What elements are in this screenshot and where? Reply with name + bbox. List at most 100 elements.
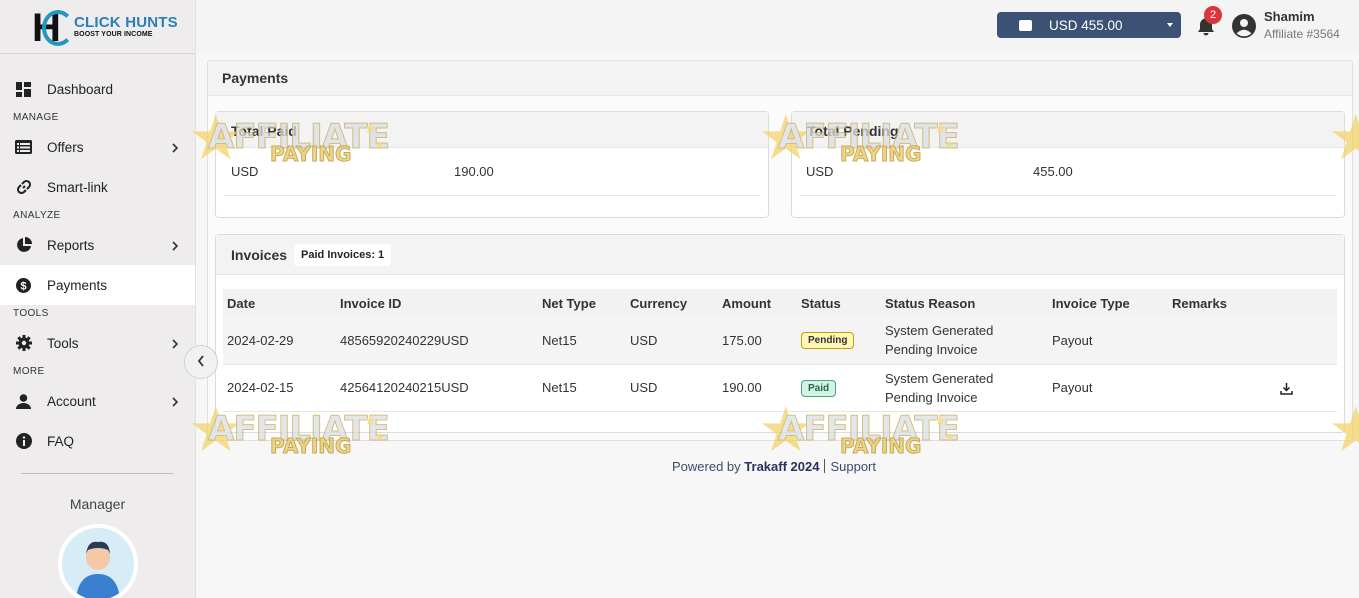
column-header-status[interactable]: Status bbox=[797, 289, 881, 317]
sidebar-item-payments[interactable]: $ Payments bbox=[0, 265, 195, 305]
section-label-tools: TOOLS bbox=[13, 308, 49, 319]
brand-logo[interactable]: H CLICK HUNTS BOOST YOUR INCOME bbox=[0, 0, 195, 54]
wallet-balance: USD 455.00 bbox=[1049, 17, 1123, 33]
total-paid-amount: 190.00 bbox=[454, 164, 494, 179]
user-name[interactable]: Shamim bbox=[1264, 9, 1315, 24]
sidebar-item-label: Smart-link bbox=[47, 179, 108, 195]
cell-currency: USD bbox=[626, 317, 718, 365]
pie-chart-icon bbox=[15, 237, 32, 254]
total-paid-card: Total Paid USD 190.00 bbox=[215, 111, 769, 218]
total-paid-title: Total Paid bbox=[216, 112, 768, 148]
cell-status-reason: System Generated Pending Invoice bbox=[881, 364, 1048, 412]
sidebar-item-offers[interactable]: Offers bbox=[0, 127, 195, 167]
cell-remarks bbox=[1168, 317, 1337, 365]
chevron-right-icon bbox=[172, 337, 179, 352]
table-header-row: Date Invoice ID Net Type Currency Amount… bbox=[223, 289, 1337, 317]
cell-date: 2024-02-29 bbox=[223, 317, 336, 365]
sidebar-item-dashboard[interactable]: Dashboard bbox=[0, 69, 195, 109]
total-pending-amount: 455.00 bbox=[1033, 164, 1073, 179]
column-header-status-reason[interactable]: Status Reason bbox=[881, 289, 1048, 317]
table-row[interactable]: 2024-02-29 48565920240229USD Net15 USD 1… bbox=[223, 317, 1337, 365]
cell-amount: 190.00 bbox=[718, 364, 797, 412]
cell-net-type: Net15 bbox=[538, 317, 626, 365]
cell-status-reason: System Generated Pending Invoice bbox=[881, 317, 1048, 365]
affiliate-id: Affiliate #3564 bbox=[1264, 27, 1340, 41]
sidebar-item-smart-link[interactable]: Smart-link bbox=[0, 167, 195, 207]
notification-badge: 2 bbox=[1204, 6, 1222, 24]
section-label-manage: MANAGE bbox=[13, 112, 59, 123]
sidebar-item-label: Reports bbox=[47, 237, 95, 253]
cell-invoice-type: Payout bbox=[1048, 317, 1168, 365]
brand-name: CLICK HUNTS bbox=[74, 13, 178, 31]
total-pending-row: USD 455.00 bbox=[800, 148, 1336, 196]
sidebar: H CLICK HUNTS BOOST YOUR INCOME Dashboar… bbox=[0, 0, 196, 598]
sidebar-item-label: Account bbox=[47, 393, 96, 409]
sidebar-item-label: Tools bbox=[47, 335, 79, 351]
cell-amount: 175.00 bbox=[718, 317, 797, 365]
cell-net-type: Net15 bbox=[538, 364, 626, 412]
cell-invoice-type: Payout bbox=[1048, 364, 1168, 412]
link-icon bbox=[15, 179, 32, 196]
sidebar-item-account[interactable]: Account bbox=[0, 381, 195, 421]
column-header-date[interactable]: Date bbox=[223, 289, 336, 317]
section-label-analyze: ANALYZE bbox=[13, 210, 61, 221]
column-header-net-type[interactable]: Net Type bbox=[538, 289, 626, 317]
chevron-right-icon bbox=[172, 141, 179, 156]
chevron-right-icon bbox=[172, 395, 179, 410]
dollar-icon: $ bbox=[15, 277, 32, 294]
sidebar-item-reports[interactable]: Reports bbox=[0, 225, 195, 265]
cell-remarks bbox=[1168, 364, 1337, 412]
column-header-amount[interactable]: Amount bbox=[718, 289, 797, 317]
paid-invoices-badge: Paid Invoices: 1 bbox=[294, 243, 392, 266]
column-header-invoice-id[interactable]: Invoice ID bbox=[336, 289, 538, 317]
sidebar-item-label: Payments bbox=[47, 277, 108, 293]
cell-currency: USD bbox=[626, 364, 718, 412]
dashboard-icon bbox=[15, 81, 32, 98]
wallet-icon bbox=[1019, 19, 1032, 31]
invoices-title: Invoices bbox=[231, 246, 288, 263]
logo-mark: H bbox=[32, 7, 74, 48]
cell-invoice-id: 48565920240229USD bbox=[336, 317, 538, 365]
cell-date: 2024-02-15 bbox=[223, 364, 336, 412]
divider bbox=[21, 473, 173, 474]
table-row[interactable]: 2024-02-15 42564120240215USD Net15 USD 1… bbox=[223, 364, 1337, 412]
section-label-more: MORE bbox=[13, 366, 45, 377]
sidebar-item-faq[interactable]: FAQ bbox=[0, 421, 195, 461]
column-header-invoice-type[interactable]: Invoice Type bbox=[1048, 289, 1168, 317]
total-pending-title: Total Pending bbox=[792, 112, 1344, 148]
manager-avatar[interactable] bbox=[57, 524, 138, 598]
column-header-currency[interactable]: Currency bbox=[626, 289, 718, 317]
list-icon bbox=[15, 139, 32, 156]
sidebar-item-tools[interactable]: Tools bbox=[0, 323, 195, 363]
status-badge-paid: Paid bbox=[801, 379, 837, 397]
sidebar-item-label: Dashboard bbox=[47, 81, 114, 97]
chevron-right-icon bbox=[172, 239, 179, 254]
gear-icon bbox=[15, 335, 32, 352]
support-link[interactable]: Support bbox=[830, 459, 876, 474]
sidebar-item-label: FAQ bbox=[47, 433, 75, 449]
top-bar: USD 455.00 2 Shamim Affiliate #3564 bbox=[196, 0, 1359, 52]
manager-label: Manager bbox=[69, 496, 126, 512]
wallet-balance-dropdown[interactable]: USD 455.00 bbox=[997, 12, 1181, 38]
cell-invoice-id: 42564120240215USD bbox=[336, 364, 538, 412]
user-icon bbox=[15, 393, 32, 410]
brand-tagline: BOOST YOUR INCOME bbox=[74, 30, 153, 38]
total-paid-row: USD 190.00 bbox=[224, 148, 760, 196]
svg-text:$: $ bbox=[20, 280, 26, 292]
sidebar-collapse-button[interactable] bbox=[184, 345, 218, 379]
footer: Powered by Trakaff 2024 Support bbox=[672, 459, 876, 474]
invoices-card: Invoices Paid Invoices: 1 Date Invoice I… bbox=[215, 234, 1345, 433]
total-pending-card: Total Pending USD 455.00 bbox=[791, 111, 1345, 218]
page-title: Payments bbox=[208, 61, 1352, 96]
caret-down-icon bbox=[1167, 23, 1173, 27]
info-icon bbox=[15, 433, 32, 450]
user-circle-icon[interactable] bbox=[1232, 14, 1256, 41]
sidebar-item-label: Offers bbox=[47, 139, 84, 155]
chevron-left-icon bbox=[197, 354, 205, 370]
download-icon[interactable] bbox=[1280, 382, 1293, 398]
footer-brand-link[interactable]: Trakaff 2024 bbox=[744, 459, 819, 474]
invoices-table: Date Invoice ID Net Type Currency Amount… bbox=[223, 289, 1337, 412]
column-header-remarks[interactable]: Remarks bbox=[1168, 289, 1337, 317]
invoices-header: Invoices Paid Invoices: 1 bbox=[216, 235, 1344, 275]
status-badge-pending: Pending bbox=[801, 332, 855, 350]
